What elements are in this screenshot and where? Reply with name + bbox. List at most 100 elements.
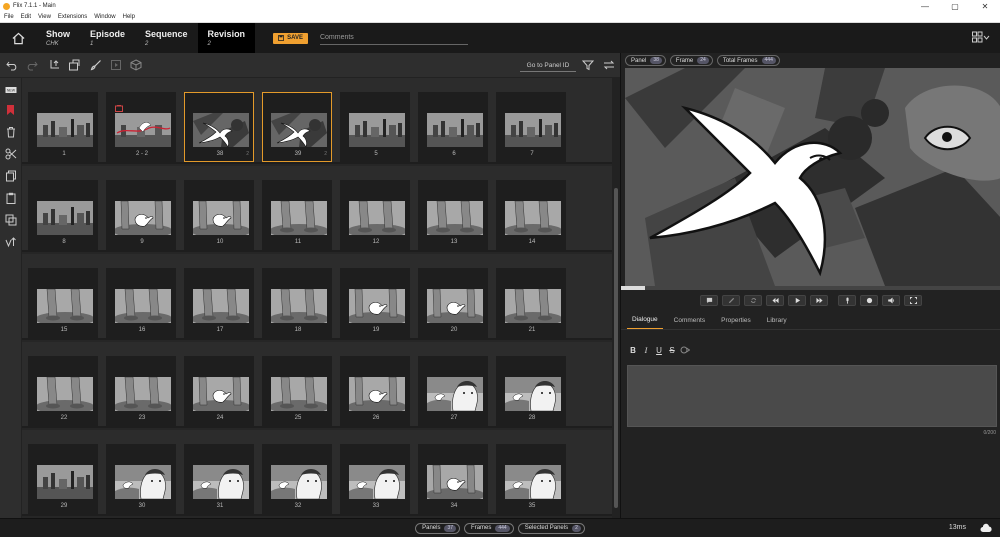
menu-extensions[interactable]: Extensions [58,14,87,20]
clear-format-button[interactable] [679,344,691,356]
next-button[interactable] [810,294,828,306]
filter-icon[interactable] [582,59,594,71]
panel-card[interactable]: 9 [106,180,176,250]
panel-card[interactable]: 39 2 [262,92,332,162]
crumb-show[interactable]: Show CHK [36,23,80,53]
grid-scrollbar[interactable] [612,78,620,518]
import-icon[interactable] [48,59,60,71]
swap-icon[interactable] [603,59,615,71]
panel-card[interactable]: 15 [28,268,98,338]
panel-card[interactable]: 32 [262,444,332,514]
record-button[interactable] [860,294,878,306]
close-button[interactable]: ✕ [970,2,1000,11]
volume-button[interactable] [882,294,900,306]
panel-card[interactable]: 2 - 2 [106,92,176,162]
panel-card[interactable]: 34 [418,444,488,514]
panel-card[interactable]: 5 [340,92,410,162]
panel-card[interactable]: 20 [418,268,488,338]
panel-card[interactable]: 29 [28,444,98,514]
menu-window[interactable]: Window [94,14,115,20]
panel-card[interactable]: 7 [496,92,566,162]
panel-card[interactable]: 26 [340,356,410,426]
comments-input[interactable] [319,31,468,45]
panel-card[interactable]: 27 [418,356,488,426]
panel-card[interactable]: 10 [184,180,254,250]
delete-icon[interactable] [5,126,17,138]
crumb-revision[interactable]: Revision 2 [197,23,256,53]
panel-card[interactable]: 21 [496,268,566,338]
menu-edit[interactable]: Edit [21,14,31,20]
panel-card[interactable]: 1 [28,92,98,162]
panel-card[interactable]: 24 [184,356,254,426]
minimize-button[interactable]: — [910,2,940,11]
underline-button[interactable]: U [653,344,665,356]
panel-card[interactable]: 19 [340,268,410,338]
go-to-panel-input[interactable] [520,59,576,72]
draw-button[interactable] [722,294,740,306]
panel-card[interactable]: 30 [106,444,176,514]
maximize-button[interactable]: ▢ [940,2,970,11]
panel-card[interactable]: 38 2 [184,92,254,162]
panel-card[interactable]: 23 [106,356,176,426]
redo-icon[interactable] [26,59,38,71]
save-label: SAVE [287,35,303,41]
view-mode-button[interactable] [972,31,990,45]
italic-button[interactable]: I [640,344,652,356]
strikethrough-button[interactable]: S [666,344,678,356]
title-bar: Flix 7.1.1 - Main — ▢ ✕ [0,0,1000,12]
panel-card[interactable]: 8 [28,180,98,250]
panel-card[interactable]: 17 [184,268,254,338]
brush-icon[interactable] [90,59,102,71]
paste-icon[interactable] [5,192,17,204]
new-panel-icon[interactable]: NEW [5,84,17,96]
crumb-sequence[interactable]: Sequence 2 [135,23,198,53]
crumb-episode[interactable]: Episode 1 [80,23,135,53]
panel-card[interactable]: 28 [496,356,566,426]
panel-card[interactable]: 12 [340,180,410,250]
microphone-button[interactable] [838,294,856,306]
undo-icon[interactable] [6,59,18,71]
loop-button[interactable] [744,294,762,306]
menu-bar: File Edit View Extensions Window Help [0,12,1000,23]
panel-card[interactable]: 31 [184,444,254,514]
panel-card[interactable]: 18 [262,268,332,338]
copy-icon[interactable] [5,170,17,182]
tab-comments[interactable]: Comments [669,317,710,329]
panel-card[interactable]: 25 [262,356,332,426]
comment-button[interactable] [700,294,718,306]
previous-button[interactable] [766,294,784,306]
export-icon[interactable] [68,59,80,71]
menu-view[interactable]: View [38,14,51,20]
crumb-show-value: CHK [46,41,59,47]
play-panel-icon[interactable] [110,59,122,71]
panel-card[interactable]: 14 [496,180,566,250]
panel-card[interactable]: 11 [262,180,332,250]
panel-card[interactable]: 16 [106,268,176,338]
dialogue-editor[interactable] [627,365,997,427]
duplicate-icon[interactable] [5,214,17,226]
panel-card[interactable]: 22 [28,356,98,426]
menu-file[interactable]: File [4,14,14,20]
save-button[interactable]: SAVE [273,32,308,44]
panel-card[interactable]: 6 [418,92,488,162]
cube-icon[interactable] [130,59,142,71]
tab-library[interactable]: Library [762,317,792,329]
tab-properties[interactable]: Properties [716,317,756,329]
play-button[interactable] [788,294,806,306]
marker-icon[interactable] [5,104,17,116]
panel-number: 33 [372,503,380,509]
bold-button[interactable]: B [627,344,639,356]
panel-viewer[interactable] [625,68,1000,286]
home-button[interactable] [0,23,36,53]
panel-card[interactable]: 33 [340,444,410,514]
cut-icon[interactable] [5,148,17,160]
panel-card[interactable]: 13 [418,180,488,250]
scrollbar-thumb[interactable] [614,188,618,508]
menu-help[interactable]: Help [123,14,135,20]
panel-number: 35 [528,503,536,509]
publish-icon[interactable] [5,236,17,248]
fullscreen-button[interactable] [904,294,922,306]
cloud-icon[interactable] [980,523,992,533]
panel-card[interactable]: 35 [496,444,566,514]
tab-dialogue[interactable]: Dialogue [627,316,663,329]
